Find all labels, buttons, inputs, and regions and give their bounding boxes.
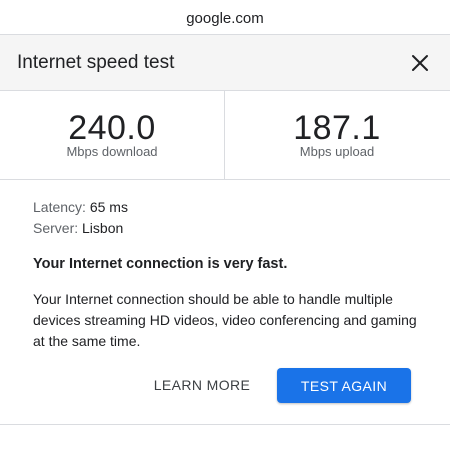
server-value: Lisbon xyxy=(82,220,124,236)
server-row: Server: Lisbon xyxy=(33,218,128,239)
test-again-button[interactable]: TEST AGAIN xyxy=(277,368,411,403)
close-button[interactable] xyxy=(404,47,436,79)
dialog-title: Internet speed test xyxy=(17,52,175,73)
speed-summary: Your Internet connection is very fast. xyxy=(33,256,288,272)
upload-unit: Mbps upload xyxy=(299,144,375,159)
latency-label: Latency: xyxy=(33,199,86,215)
latency-row: Latency: 65 ms xyxy=(33,197,128,218)
close-icon xyxy=(412,55,428,71)
url-text: google.com xyxy=(186,9,264,27)
learn-more-button[interactable]: LEARN MORE xyxy=(146,368,258,402)
bottom-divider xyxy=(0,424,450,425)
connection-details: Latency: 65 ms Server: Lisbon xyxy=(33,197,128,239)
upload-value: 187.1 xyxy=(293,109,381,147)
speed-metrics: 240.0 Mbps download 187.1 Mbps upload xyxy=(0,91,450,180)
download-value: 240.0 xyxy=(68,109,156,147)
speed-description: Your Internet connection should be able … xyxy=(33,291,417,349)
download-metric: 240.0 Mbps download xyxy=(0,91,224,179)
download-unit: Mbps download xyxy=(66,144,158,159)
url-bar[interactable]: google.com xyxy=(0,0,450,36)
dialog-header: Internet speed test xyxy=(0,35,450,91)
server-label: Server: xyxy=(33,220,79,236)
latency-value: 65 ms xyxy=(89,199,128,215)
speed-test-panel: Internet speed test 240.0 Mbps download … xyxy=(0,34,450,451)
upload-metric: 187.1 Mbps upload xyxy=(225,91,449,179)
